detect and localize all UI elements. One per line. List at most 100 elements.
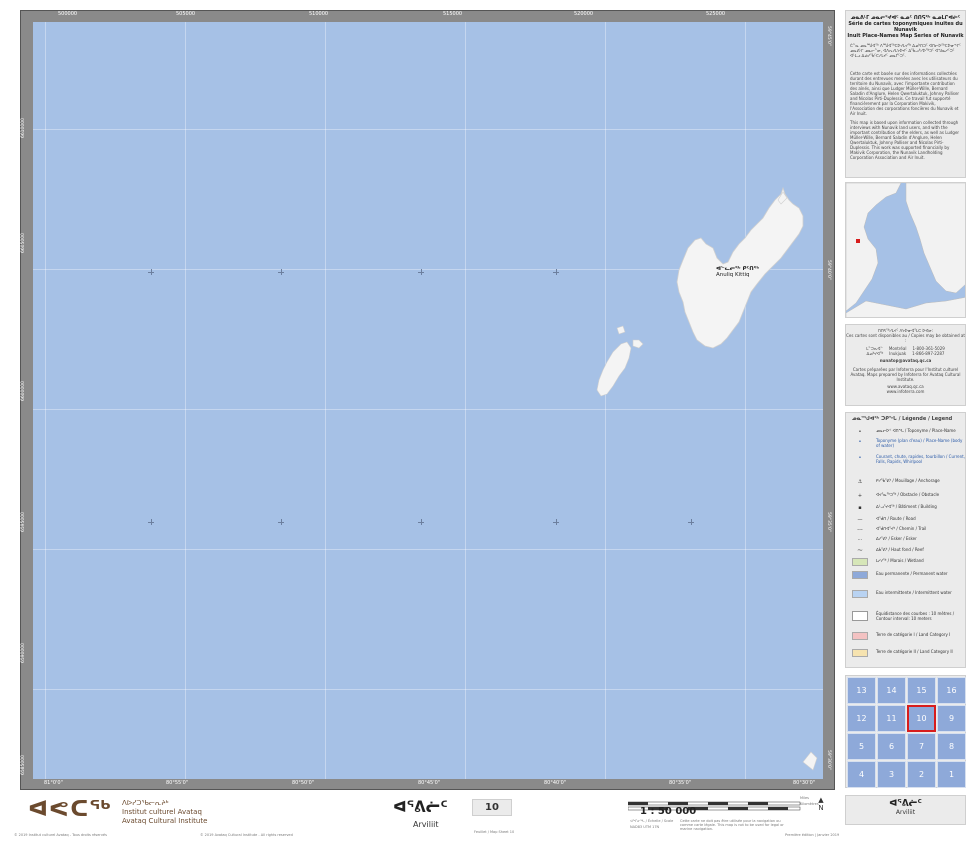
legend-item: ⋯ ᐃᓯᕐᕕᒃ / Esker / Esker — [852, 536, 917, 544]
side-title-box: ᐊᕐᕕᓖᑦ Arviliit — [845, 795, 966, 825]
index-cell[interactable]: 13 — [847, 677, 876, 704]
legend-text: Terre de catégorie I / Land Category I — [876, 632, 951, 637]
left-tick: 6610000 — [21, 118, 26, 139]
legend-item: ⚓ ᑭᓯᖃᕐᕕᒃ / Mouillage / Anchorage — [852, 478, 940, 486]
legend-text: Eau intermittente / Intermittent water — [876, 590, 952, 595]
legend-title: ᓄᓇᙳᐊᖅ ᑐᑭᖓ / Légende / Legend — [852, 416, 953, 422]
legend-text: Terre de catégorie II / Land Category II — [876, 649, 953, 654]
legend-item: ⁓ ᐃᑳᕐᕕᒃ / Haut fond / Reef — [852, 547, 924, 555]
bottom-tick: 80°30'0" — [793, 780, 816, 786]
map-title-syllabic: ᐊᕐᕕᓖᑦ — [393, 798, 448, 816]
intermittent-water-swatch — [852, 590, 868, 598]
bottom-tick: 81°0'0" — [44, 780, 63, 786]
legend-text: Courant, chute, rapides, tourbillon / Cu… — [876, 454, 965, 464]
legend-symbol: • — [858, 428, 862, 435]
legend-text: ᐊᖁᑎ / Route / Road — [876, 516, 916, 521]
left-tick: 6600000 — [21, 381, 26, 402]
island-south — [596, 341, 632, 397]
legend-text: ᐃᒡᓗᕐᔪᐊᖅ / Bâtiment / Building — [876, 504, 937, 509]
contact-email[interactable]: nunatop@avataq.qc.ca — [846, 358, 965, 363]
top-tick: 525000 — [706, 11, 726, 17]
right-tick: 59°45'0" — [826, 26, 831, 46]
left-tick: 6590000 — [21, 643, 26, 664]
map-canvas[interactable]: ᐊᓪᓚᓕᖅ ᑭᑦᑎᖅ Anuliq Kittiq — [33, 22, 823, 779]
index-cell[interactable]: 7 — [907, 733, 936, 760]
index-cell[interactable]: 5 — [847, 733, 876, 760]
scale-ratio: 1 : 50 000 — [640, 806, 697, 817]
locator-map[interactable] — [845, 182, 966, 318]
reef-symbol: ⁓ — [857, 547, 863, 554]
edition-fr: Première édition | Janvier 2019 — [785, 833, 840, 837]
locator-map-svg — [846, 183, 965, 317]
index-cell[interactable]: 1 — [937, 761, 966, 788]
contour-swatch — [852, 611, 868, 621]
island-bottom-right — [802, 751, 818, 771]
legend-item: --- ᐊᖁᑎᐊᕐᔪᒃ / Chemin / Trail — [852, 526, 926, 534]
index-cell[interactable]: 6 — [877, 733, 906, 760]
place-label-roman[interactable]: Anuliq Kittiq — [716, 272, 750, 278]
legend-item: • ᓄᓇᓕᐅᑉ ᐊᑎᖓ / Toponyme / Place-Name — [852, 428, 956, 436]
disclaimer: Cette carte ne doit pas être utilisée po… — [680, 819, 784, 831]
obstacle-icon: + — [857, 492, 863, 499]
legend-symbol: • — [858, 454, 862, 461]
obtain-bi: Ces cartes sont disponibles au / Copies … — [846, 333, 965, 343]
legend-text: Eau permanente / Permanent water — [876, 571, 948, 576]
index-cell[interactable]: 4 — [847, 761, 876, 788]
index-cell[interactable]: 14 — [877, 677, 906, 704]
index-cell[interactable]: 11 — [877, 705, 906, 732]
island-small-2 — [616, 325, 626, 335]
website-infoterra[interactable]: www.infoterra.com — [846, 389, 965, 394]
legend-item: • Toponyme (plan d'eau) / Place-Name (bod… — [852, 438, 965, 448]
right-tick: 59°35'0" — [826, 512, 831, 532]
contact-row-2: ᐃᓄᒃᔪᐊᖅ Inukjuak 1-866-897-2287 — [846, 351, 965, 356]
index-cell-current[interactable]: 10 — [907, 705, 936, 732]
left-tick: 6585000 — [21, 755, 26, 776]
index-cell[interactable]: 12 — [847, 705, 876, 732]
info-panel: ᓄᓇᕕᒻᒥ ᓄᓇᓕᕐᔪᐊᑦ ᓇᓄᑦ ᑎᑎᕋᖅ ᓇᓄᒪᒋᐊᓖᑦ Série de … — [845, 10, 966, 178]
index-cell[interactable]: 8 — [937, 733, 966, 760]
bottom-tick: 80°50'0" — [292, 780, 315, 786]
legend-text: Équidistance des courbes : 10 mètres / C… — [876, 611, 955, 621]
org-fr: Institut culturel Avataq — [122, 808, 202, 816]
org-syllabic: ᐱᐅᓯᑐᖃᓕᕆᔨᒃ — [122, 799, 169, 807]
sheet-number-badge: 10 — [472, 799, 512, 816]
contact-2-label: ᐃᓄᒃᔪᐊᖅ — [866, 351, 884, 356]
legend-item: — ᐊᖁᑎ / Route / Road — [852, 516, 916, 524]
right-tick: 59°30'0" — [826, 750, 831, 770]
series-title-en: Inuit Place-Names Map Series of Nunavik — [847, 33, 964, 39]
legend-item: Terre de catégorie II / Land Category II — [852, 649, 953, 657]
wetland-swatch — [852, 558, 868, 566]
legend-text: Toponyme (plan d'eau) / Place-Name (body… — [876, 438, 963, 448]
index-cell[interactable]: 3 — [877, 761, 906, 788]
index-cell[interactable]: 2 — [907, 761, 936, 788]
legend-text: ᐊᔪᕐᓇᖅᑐᖅ / Obstacle / Obstacle — [876, 492, 940, 497]
legend-panel: ᓄᓇᙳᐊᖅ ᑐᑭᖓ / Légende / Legend • ᓄᓇᓕᐅᑉ ᐊᑎᖓ … — [845, 412, 966, 668]
side-title-roman: Arviliit — [895, 809, 916, 816]
sheet-index-grid: 13 14 15 16 12 11 10 9 5 6 7 8 4 3 2 1 — [845, 675, 966, 788]
contact-2-city: Inukjuak — [889, 351, 907, 356]
scale-caption: ᐊᖏᓂᖓ / Échelle / Scale — [630, 819, 674, 823]
index-cell[interactable]: 9 — [937, 705, 966, 732]
legend-item: Terre de catégorie I / Land Category I — [852, 632, 950, 640]
intro-fr: Cette carte est basée sur des informatio… — [850, 71, 960, 116]
north-arrow-icon: ▲ N — [818, 796, 824, 812]
legend-item: ᒪᓱᓯᖅ / Marais / Wetland — [852, 558, 924, 566]
left-tick: 6595000 — [21, 512, 26, 533]
avataq-logo: ᐊᕙᑕᖅ — [28, 797, 113, 822]
legend-text: ᐊᖁᑎᐊᕐᔪᒃ / Chemin / Trail — [876, 526, 927, 531]
contact-2-phone: 1-866-897-2287 — [912, 351, 945, 356]
index-cell[interactable]: 16 — [937, 677, 966, 704]
legend-text: ᐃᓯᕐᕕᒃ / Esker / Esker — [876, 536, 917, 541]
map-sheet-label: Feuillet / Map Sheet 10 — [474, 830, 515, 834]
top-tick: 500000 — [58, 11, 78, 17]
islands-svg — [596, 186, 818, 771]
top-tick: 515000 — [443, 11, 463, 17]
index-cell[interactable]: 15 — [907, 677, 936, 704]
legend-item: Eau intermittente / Intermittent water — [852, 590, 952, 598]
copyright-mid: © 2019 Avataq Cultural Institute - All r… — [200, 833, 293, 837]
trail-symbol: --- — [857, 526, 863, 533]
legend-item: ▪ ᐃᒡᓗᕐᔪᐊᖅ / Bâtiment / Building — [852, 504, 937, 512]
legend-text: ᓄᓇᓕᐅᑉ ᐊᑎᖓ / Toponyme / Place-Name — [876, 428, 956, 433]
left-tick: 6605000 — [21, 233, 26, 254]
intro-en: This map is based upon information colle… — [850, 120, 960, 160]
